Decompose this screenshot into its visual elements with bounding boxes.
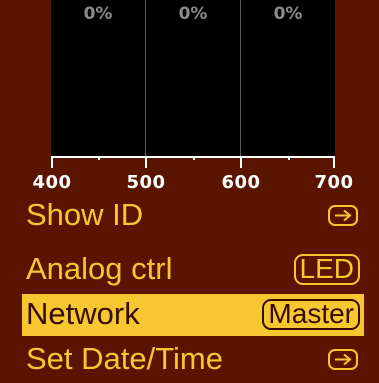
menu-item-label: Show ID [26,197,144,232]
axis-minor-tick [98,156,100,160]
spectrum-panel: 0% 0% 0% [51,0,335,156]
axis-minor-tick [288,156,290,160]
axis-label-500: 500 [126,172,166,193]
arrow-right-icon[interactable] [328,205,358,226]
arrow-right-icon[interactable] [328,349,358,370]
band-3-percent: 0% [273,4,303,24]
axis-tick [333,156,335,168]
band-1-percent: 0% [83,4,113,24]
axis-label-400: 400 [32,172,72,193]
axis-tick [240,156,242,168]
menu-item-show-id[interactable]: Show ID [22,195,364,237]
menu-item-network[interactable]: Network Master [22,294,364,336]
menu-item-label: Analog ctrl [26,251,173,286]
menu-item-label: Set Date/Time [26,341,223,376]
menu-item-analog-ctrl[interactable]: Analog ctrl LED [22,249,364,291]
axis-minor-tick [193,156,195,160]
axis-label-700: 700 [314,172,354,193]
band-2-percent: 0% [178,4,208,24]
analog-ctrl-value[interactable]: LED [293,254,360,285]
network-value[interactable]: Master [262,299,360,330]
device-screen: 0% 0% 0% 400 500 600 700 Show ID Analog … [0,0,379,383]
axis-tick [51,156,53,168]
axis-tick [145,156,147,168]
menu-item-set-date-time[interactable]: Set Date/Time [22,339,364,381]
axis-label-600: 600 [221,172,261,193]
menu-item-label: Network [26,296,140,331]
